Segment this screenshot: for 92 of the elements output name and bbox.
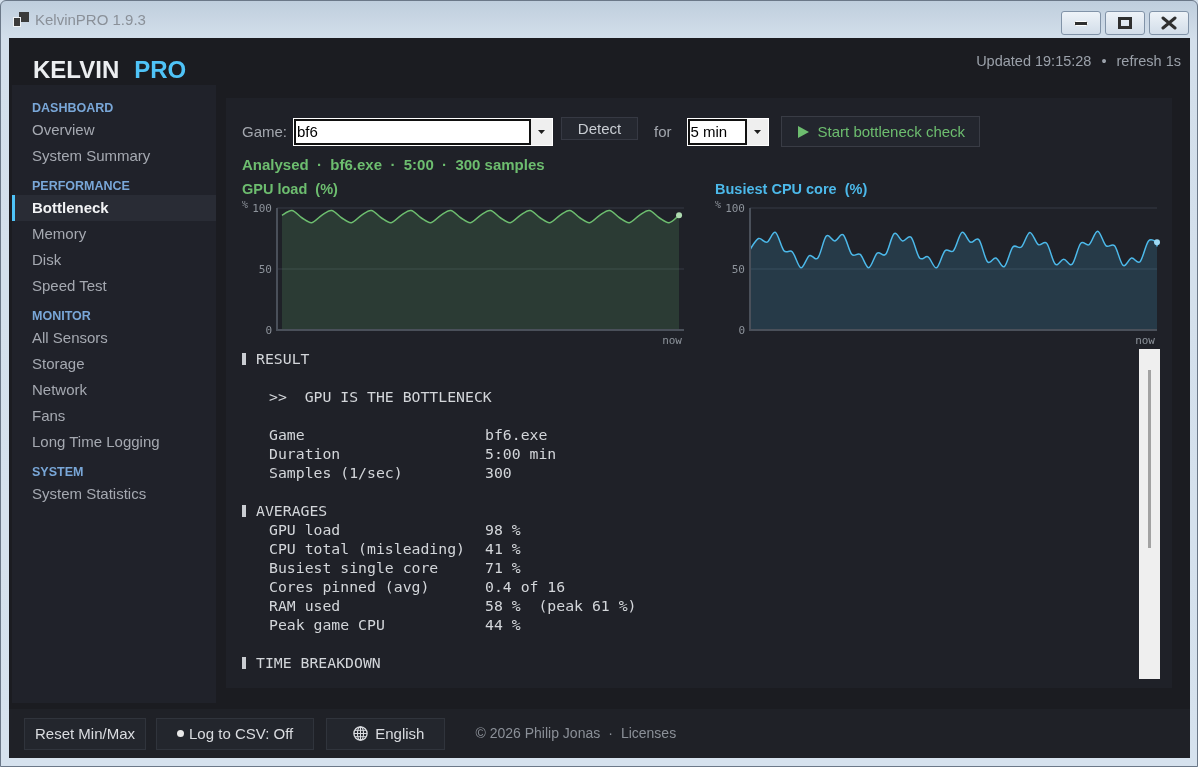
window-title: KelvinPRO 1.9.3 xyxy=(35,10,146,29)
result-label: Duration xyxy=(269,444,341,463)
result-label: Game xyxy=(269,425,305,444)
section-marker-icon xyxy=(242,352,246,365)
close-icon xyxy=(1161,16,1177,30)
scrollbar-thumb[interactable] xyxy=(1148,370,1151,548)
close-button[interactable] xyxy=(1149,11,1189,35)
section-heading: RESULT xyxy=(256,349,310,368)
chart-title: Busiest CPU core (%) xyxy=(715,180,868,199)
chart-title: GPU load (%) xyxy=(242,180,338,199)
result-value: 71 % xyxy=(485,558,521,577)
play-icon xyxy=(797,125,809,138)
sidebar-item[interactable]: Bottleneck xyxy=(12,195,216,221)
section-heading: TIME BREAKDOWN xyxy=(256,653,381,672)
result-value: bf6.exe xyxy=(485,425,548,444)
dropdown-button[interactable] xyxy=(531,118,552,145)
sidebar-item[interactable]: Disk xyxy=(12,247,216,273)
separator: • xyxy=(1101,52,1107,70)
scrollbar[interactable] xyxy=(1139,349,1160,679)
axis-unit-label: % xyxy=(715,201,722,210)
analysis-summary: Analysed · bf6.exe · 5:00 · 300 samples xyxy=(242,156,545,174)
result-value: 98 % xyxy=(485,520,521,539)
sidebar-section-heading: MONITOR xyxy=(31,308,92,325)
reset-button[interactable]: Reset Min/Max xyxy=(24,717,147,750)
start-check-button[interactable]: Start bottleneck check xyxy=(780,116,980,147)
maximize-button[interactable] xyxy=(1105,11,1145,35)
sidebar-item[interactable]: Speed Test xyxy=(12,273,216,299)
sidebar-item[interactable]: Storage xyxy=(12,351,216,377)
log-toggle-button[interactable]: Log to CSV: Off xyxy=(156,717,315,750)
sidebar-section-heading: PERFORMANCE xyxy=(31,178,131,195)
dropdown-button[interactable] xyxy=(746,118,768,145)
result-value: 5:00 min xyxy=(485,444,557,463)
caret-icon xyxy=(538,129,545,134)
result-label: RAM used xyxy=(269,596,341,615)
language-button[interactable]: English xyxy=(326,717,446,750)
result-label: Samples (1/sec) xyxy=(269,463,403,482)
result-label: Cores pinned (avg) xyxy=(269,577,430,596)
game-input-field[interactable]: bf6 xyxy=(294,118,531,145)
axis-tick-label: 100 xyxy=(725,202,745,215)
section-marker-icon xyxy=(242,504,246,517)
sidebar-item[interactable]: Network xyxy=(12,377,216,403)
result-label: GPU load xyxy=(269,520,341,539)
stacked-squares-icon xyxy=(13,12,29,27)
axis-tick-label: 0 xyxy=(738,324,745,337)
axis-end-label: now xyxy=(1135,334,1155,347)
last-value-marker xyxy=(676,212,683,219)
brand-name: KELVIN xyxy=(33,56,120,84)
brand-edition: PRO xyxy=(134,56,187,84)
verdict-text: >> GPU IS THE BOTTLENECK xyxy=(268,387,492,406)
sidebar-item[interactable]: Fans xyxy=(12,403,216,429)
result-value: 0.4 of 16 xyxy=(485,577,566,596)
result-value: 44 % xyxy=(485,615,521,634)
section-marker-icon xyxy=(242,656,246,669)
result-value: 58 % (peak 61 %) xyxy=(485,596,637,615)
sidebar-item[interactable]: Overview xyxy=(12,117,216,143)
minimize-icon xyxy=(1074,20,1088,26)
result-label: Peak game CPU xyxy=(269,615,385,634)
separator: · xyxy=(608,725,613,742)
axis-tick-label: 50 xyxy=(258,263,272,276)
result-label: CPU total (misleading) xyxy=(269,539,465,558)
duration-label: for xyxy=(654,122,672,141)
minimize-button[interactable] xyxy=(1061,11,1101,35)
status-text: Updated 19:15:28 xyxy=(976,52,1092,70)
sidebar-section-heading: DASHBOARD xyxy=(31,100,115,117)
maximize-icon xyxy=(1118,17,1132,29)
result-value: 300 xyxy=(485,463,512,482)
copyright-text: © 2026 Philip Jonas xyxy=(475,725,601,742)
axis-end-label: now xyxy=(662,334,682,347)
section-heading: AVERAGES xyxy=(256,501,328,520)
last-value-marker xyxy=(1154,239,1160,246)
game-combobox[interactable]: bf6 xyxy=(293,117,553,146)
status-dot-icon xyxy=(177,730,185,737)
status-text: refresh 1s xyxy=(1116,52,1181,70)
game-label: Game: xyxy=(242,122,287,141)
axis-tick-label: 0 xyxy=(265,324,272,337)
duration-combobox[interactable]: 5 min xyxy=(686,117,769,146)
axis-tick-label: 100 xyxy=(252,202,272,215)
sidebar-item[interactable]: System Statistics xyxy=(12,481,216,507)
sidebar-item[interactable]: All Sensors xyxy=(12,325,216,351)
sidebar-item[interactable]: System Summary xyxy=(12,143,216,169)
result-label: Busiest single core xyxy=(269,558,439,577)
licenses-link[interactable]: Licenses xyxy=(620,725,677,742)
result-value: 41 % xyxy=(485,539,521,558)
sidebar-section-heading: SYSTEM xyxy=(31,464,85,481)
sidebar-item[interactable]: Memory xyxy=(12,221,216,247)
detect-button[interactable]: Detect xyxy=(561,117,638,140)
caret-icon xyxy=(753,129,761,134)
globe-icon xyxy=(353,726,369,741)
axis-unit-label: % xyxy=(242,201,249,210)
duration-input-field[interactable]: 5 min xyxy=(687,118,747,145)
sidebar-item[interactable]: Long Time Logging xyxy=(12,429,216,455)
axis-tick-label: 50 xyxy=(731,263,745,276)
